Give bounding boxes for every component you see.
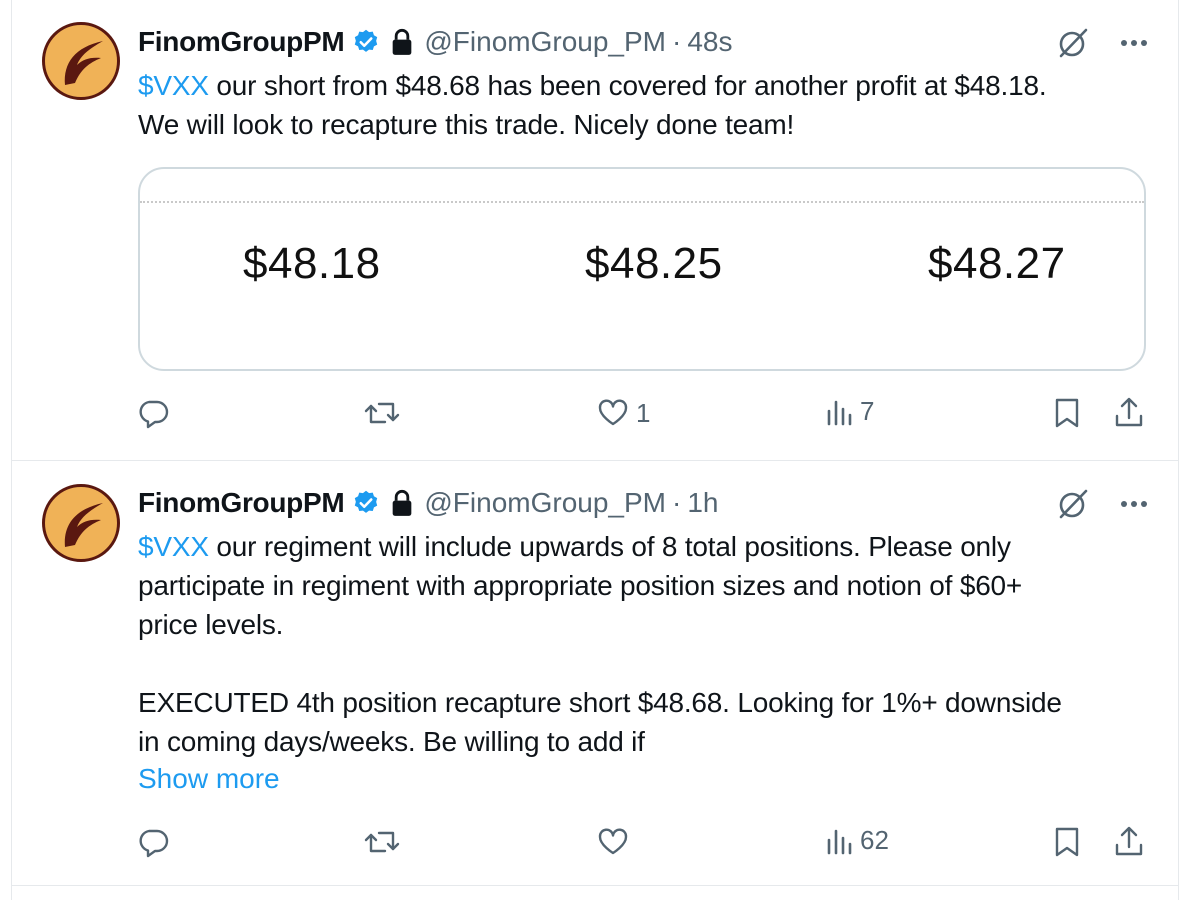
bookmark-button[interactable] bbox=[1052, 396, 1082, 430]
lock-icon bbox=[390, 489, 414, 517]
tweet-header: FinomGroupPM @FinomGroup_PM · 48s bbox=[138, 20, 732, 64]
tweet[interactable]: FinomGroupPM @FinomGroup_PM · 48s $VXX o… bbox=[12, 0, 1178, 461]
action-bar: 1 7 bbox=[136, 396, 1156, 436]
grok-icon[interactable] bbox=[1056, 487, 1090, 521]
reply-icon bbox=[139, 829, 169, 858]
reply-button[interactable] bbox=[136, 396, 170, 430]
verified-badge-icon[interactable] bbox=[352, 489, 380, 517]
tweet-text-line: EXECUTED 4th position recapture short $4… bbox=[138, 687, 1062, 718]
cashtag-link[interactable]: $VXX bbox=[138, 70, 209, 101]
price-value: $48.25 bbox=[585, 239, 723, 288]
tweet-text-line: our short from $48.68 has been covered f… bbox=[208, 70, 1047, 101]
action-bar: 62 bbox=[136, 825, 1156, 865]
separator-dot: · bbox=[671, 487, 682, 518]
cashtag-link[interactable]: $VXX bbox=[138, 531, 209, 562]
lock-icon bbox=[390, 28, 414, 56]
heart-icon bbox=[598, 399, 628, 426]
reply-button[interactable] bbox=[136, 825, 170, 859]
share-icon bbox=[1115, 397, 1143, 427]
display-name[interactable]: FinomGroupPM bbox=[138, 26, 345, 58]
avatar-logo-icon bbox=[64, 503, 103, 547]
retweet-icon bbox=[364, 402, 400, 424]
views-button[interactable]: 62 bbox=[824, 825, 889, 856]
tweet[interactable]: FinomGroupPM @FinomGroup_PM · 1h $VXX ou… bbox=[12, 461, 1178, 886]
tweet-text-line: price levels. bbox=[138, 609, 284, 640]
more-icon[interactable] bbox=[1120, 500, 1148, 508]
like-count: 1 bbox=[636, 397, 651, 428]
views-icon bbox=[827, 400, 852, 425]
tweet-text: $VXX our regiment will include upwards o… bbox=[138, 527, 1158, 761]
share-icon bbox=[1115, 826, 1143, 856]
show-more-link[interactable]: Show more bbox=[138, 763, 280, 795]
tweet-text-line: participate in regiment with appropriate… bbox=[138, 570, 1023, 601]
bookmark-icon bbox=[1055, 398, 1079, 428]
separator-dot: · bbox=[671, 26, 682, 57]
bookmark-icon bbox=[1055, 827, 1079, 857]
avatar-logo-icon bbox=[64, 41, 103, 85]
handle[interactable]: @FinomGroup_PM bbox=[424, 487, 666, 519]
display-name[interactable]: FinomGroupPM bbox=[138, 487, 345, 519]
tweet-text: $VXX our short from $48.68 has been cove… bbox=[138, 66, 1158, 144]
share-button[interactable] bbox=[1112, 396, 1146, 430]
price-value: $48.18 bbox=[243, 239, 381, 288]
retweet-button[interactable] bbox=[362, 396, 402, 430]
share-button[interactable] bbox=[1112, 825, 1146, 859]
header-actions bbox=[1056, 26, 1148, 60]
bookmark-button[interactable] bbox=[1052, 825, 1082, 859]
tweet-header: FinomGroupPM @FinomGroup_PM · 1h bbox=[138, 481, 718, 525]
tweet-text-line: our regiment will include upwards of 8 t… bbox=[208, 531, 1011, 562]
retweet-button[interactable] bbox=[362, 825, 402, 859]
avatar[interactable] bbox=[42, 484, 120, 562]
tweet-text-line: We will look to recapture this trade. Ni… bbox=[138, 109, 795, 140]
frame-border-right bbox=[1178, 0, 1179, 900]
avatar[interactable] bbox=[42, 22, 120, 100]
views-icon bbox=[827, 829, 852, 854]
card-divider bbox=[140, 201, 1144, 203]
header-actions bbox=[1056, 487, 1148, 521]
like-button[interactable]: 1 bbox=[596, 396, 650, 430]
heart-icon bbox=[598, 828, 628, 855]
more-icon[interactable] bbox=[1120, 39, 1148, 47]
tweet-text-line: in coming days/weeks. Be willing to add … bbox=[138, 726, 645, 757]
verified-badge-icon[interactable] bbox=[352, 28, 380, 56]
handle[interactable]: @FinomGroup_PM bbox=[424, 26, 666, 58]
view-count: 62 bbox=[860, 825, 889, 855]
retweet-icon bbox=[364, 831, 400, 853]
reply-icon bbox=[139, 400, 169, 429]
timestamp[interactable]: 1h bbox=[687, 487, 718, 519]
price-value: $48.27 bbox=[928, 239, 1066, 288]
timestamp[interactable]: 48s bbox=[687, 26, 732, 58]
view-count: 7 bbox=[860, 396, 875, 426]
views-button[interactable]: 7 bbox=[824, 396, 874, 427]
grok-icon[interactable] bbox=[1056, 26, 1090, 60]
image-card[interactable]: $48.18 $48.25 $48.27 bbox=[138, 167, 1146, 371]
like-button[interactable] bbox=[596, 825, 636, 859]
